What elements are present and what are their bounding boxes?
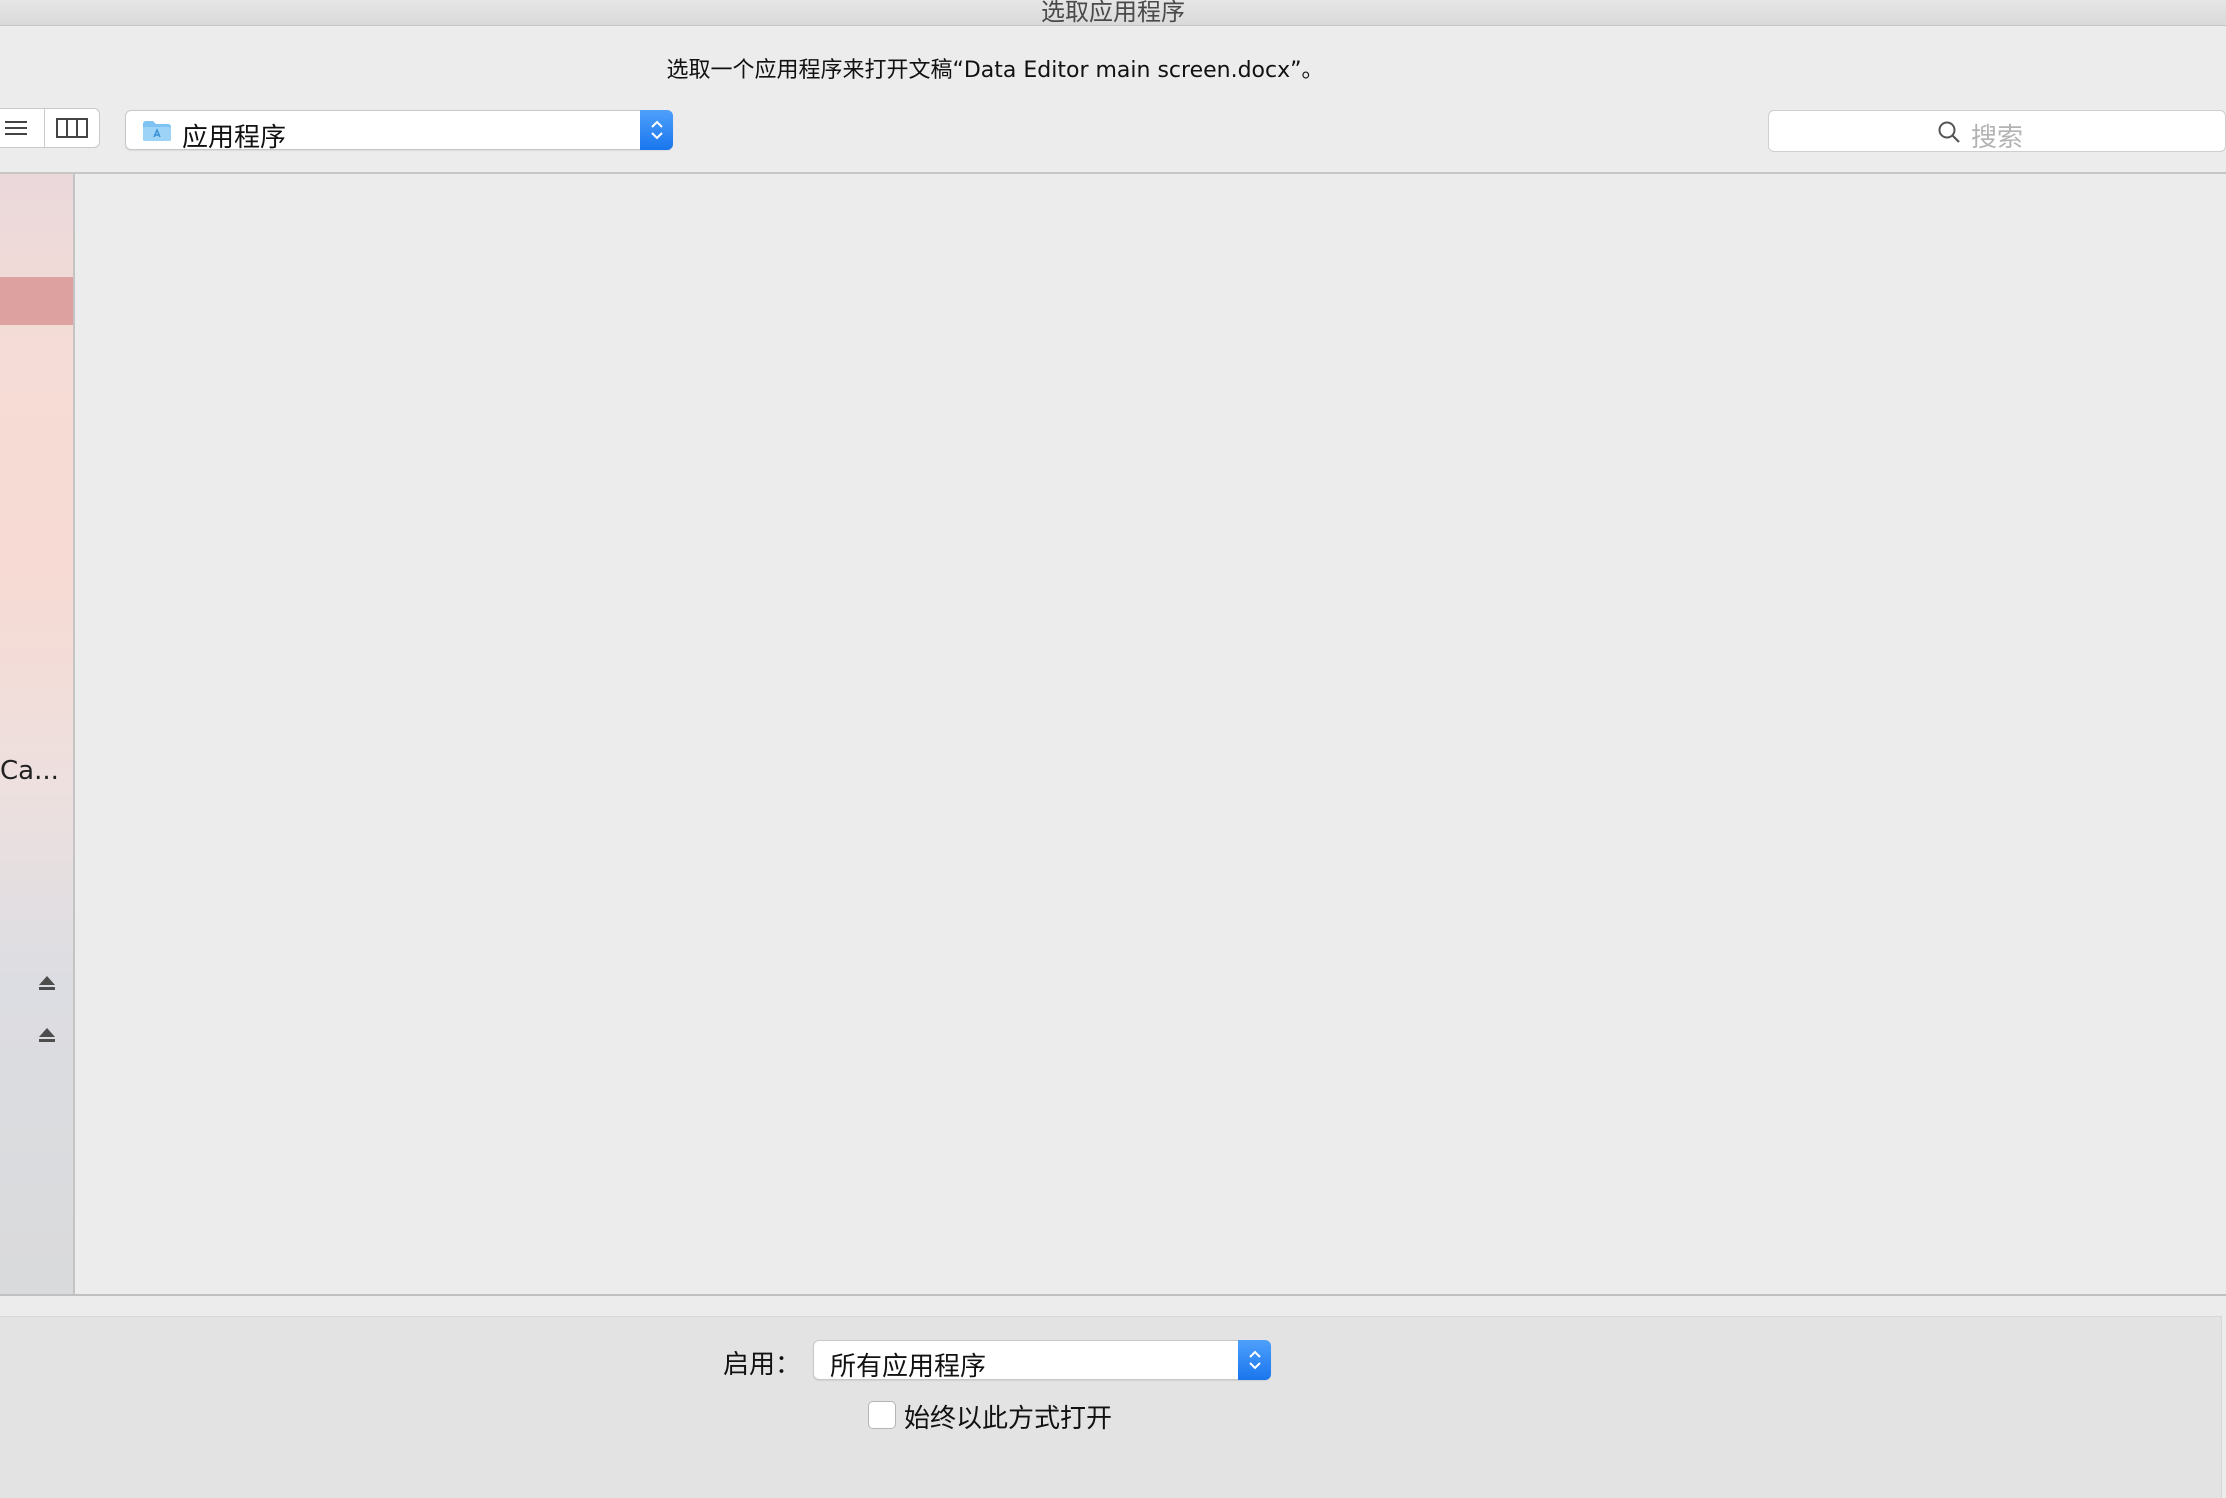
- location-stepper: [640, 110, 673, 150]
- dialog-prompt: 选取一个应用程序来打开文稿“Data Editor main screen.do…: [666, 58, 1324, 83]
- view-mode-control: [0, 108, 100, 148]
- title-bar: 选取应用程序: [0, 0, 2226, 26]
- search-icon: [1937, 120, 1961, 149]
- list-view-icon: [5, 121, 28, 135]
- applications-folder-icon: [142, 120, 172, 147]
- eject-icon[interactable]: [38, 974, 56, 997]
- enable-stepper: [1238, 1340, 1271, 1380]
- bottom-divider: [0, 1294, 2226, 1296]
- search-placeholder: 搜索: [1971, 123, 2024, 153]
- location-popup[interactable]: 应用程序: [125, 110, 673, 153]
- enable-filter-value: 所有应用程序: [830, 1352, 987, 1382]
- location-label: 应用程序: [182, 123, 287, 153]
- sidebar-selected-item[interactable]: [0, 277, 73, 325]
- always-open-checkbox[interactable]: [868, 1401, 896, 1429]
- column-view-icon: [55, 118, 88, 138]
- file-browser-area[interactable]: [77, 174, 2226, 1294]
- sidebar-item-truncated[interactable]: Ca...: [0, 756, 59, 786]
- sidebar: Ca...: [0, 174, 75, 1294]
- window-title: 选取应用程序: [1041, 0, 1185, 26]
- chevron-updown-icon: [1248, 1350, 1261, 1370]
- search-field[interactable]: 搜索: [1768, 110, 2226, 153]
- always-open-label[interactable]: 始终以此方式打开: [904, 1398, 1112, 1435]
- eject-icon[interactable]: [38, 1026, 56, 1049]
- enable-filter-popup[interactable]: 所有应用程序: [813, 1340, 1271, 1382]
- open-with-dialog: 选取应用程序 选取一个应用程序来打开文稿“Data Editor main sc…: [0, 0, 2226, 1498]
- list-view-button[interactable]: [0, 109, 44, 147]
- enable-label: 启用：: [723, 1350, 802, 1380]
- column-view-button[interactable]: [43, 109, 100, 147]
- chevron-updown-icon: [650, 120, 663, 140]
